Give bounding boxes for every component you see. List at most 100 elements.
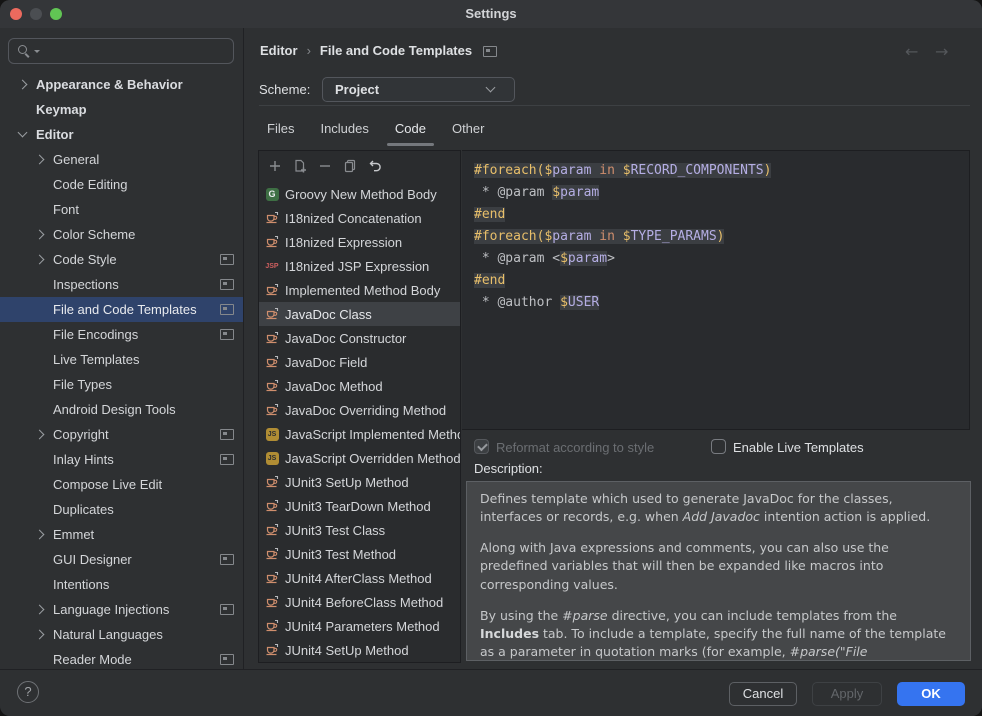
description-label: Description: <box>474 461 543 476</box>
create-child-template-button[interactable] <box>287 153 312 178</box>
sidebar-item-file-encodings[interactable]: File Encodings <box>0 322 243 347</box>
java-template-icon <box>265 595 279 609</box>
sidebar-item-general[interactable]: General <box>0 147 243 172</box>
sidebar-item-label: Color Scheme <box>53 227 243 242</box>
sidebar-item-emmet[interactable]: Emmet <box>0 522 243 547</box>
sidebar-item-label: Emmet <box>53 527 243 542</box>
sidebar-item-reader-mode[interactable]: Reader Mode <box>0 647 243 670</box>
java-template-icon <box>265 643 279 657</box>
template-item-i18nized-jsp-expression[interactable]: JSP I18nized JSP Expression <box>259 254 460 278</box>
template-item-junit4-afterclass-method[interactable]: JUnit4 AfterClass Method <box>259 566 460 590</box>
template-item-implemented-method-body[interactable]: Implemented Method Body <box>259 278 460 302</box>
enable-live-templates-checkbox[interactable] <box>711 439 726 454</box>
chevron-right-icon[interactable] <box>33 153 46 166</box>
sidebar-item-file-and-code-templates[interactable]: File and Code Templates <box>0 297 243 322</box>
remove-button[interactable] <box>312 153 337 178</box>
search-input[interactable] <box>40 43 233 60</box>
sidebar-item-intentions[interactable]: Intentions <box>0 572 243 597</box>
template-item-i18nized-concatenation[interactable]: I18nized Concatenation <box>259 206 460 230</box>
apply-button[interactable]: Apply <box>812 682 882 706</box>
template-item-javadoc-overriding-method[interactable]: JavaDoc Overriding Method <box>259 398 460 422</box>
chevron-right-icon[interactable] <box>33 253 46 266</box>
code-line: * @param <$param> <box>474 248 957 270</box>
template-item-junit4-parameters-method[interactable]: JUnit4 Parameters Method <box>259 614 460 638</box>
chevron-spacer <box>33 453 46 466</box>
template-item-javadoc-constructor[interactable]: JavaDoc Constructor <box>259 326 460 350</box>
description-box[interactable]: Defines template which used to generate … <box>466 481 971 661</box>
chevron-spacer <box>33 303 46 316</box>
titlebar[interactable]: Settings <box>0 0 982 28</box>
sidebar-item-appearance-behavior[interactable]: Appearance & Behavior <box>0 72 243 97</box>
reformat-checkbox-label: Reformat according to style <box>496 440 654 455</box>
breadcrumb-item-editor[interactable]: Editor <box>260 43 298 58</box>
sidebar-item-label: GUI Designer <box>53 552 220 567</box>
chevron-right-icon[interactable] <box>33 428 46 441</box>
settings-search-field[interactable] <box>8 38 234 64</box>
tab-other[interactable]: Other <box>439 115 498 145</box>
template-item-groovy-new-method-body[interactable]: GGroovy New Method Body <box>259 182 460 206</box>
template-item-label: I18nized JSP Expression <box>285 259 429 274</box>
window-title: Settings <box>0 0 982 28</box>
chevron-right-icon[interactable] <box>33 228 46 241</box>
jsp-file-icon: JSP <box>265 259 279 273</box>
sidebar-item-code-style[interactable]: Code Style <box>0 247 243 272</box>
description-paragraph: Along with Java expressions and comments… <box>480 539 957 593</box>
copy-button[interactable] <box>337 153 362 178</box>
reformat-checkbox[interactable] <box>474 439 489 454</box>
add-button[interactable] <box>262 153 287 178</box>
sidebar-item-duplicates[interactable]: Duplicates <box>0 497 243 522</box>
template-item-junit3-teardown-method[interactable]: JUnit3 TearDown Method <box>259 494 460 518</box>
sidebar-item-natural-languages[interactable]: Natural Languages <box>0 622 243 647</box>
ok-button[interactable]: OK <box>897 682 965 706</box>
template-item-junit4-setup-method[interactable]: JUnit4 SetUp Method <box>259 638 460 662</box>
tab-code[interactable]: Code <box>382 115 439 145</box>
sidebar-item-label: Live Templates <box>53 352 243 367</box>
template-item-junit3-test-method[interactable]: JUnit3 Test Method <box>259 542 460 566</box>
chevron-right-icon[interactable] <box>33 603 46 616</box>
sidebar-item-compose-live-edit[interactable]: Compose Live Edit <box>0 472 243 497</box>
sidebar-item-inspections[interactable]: Inspections <box>0 272 243 297</box>
chevron-right-icon[interactable] <box>16 78 29 91</box>
sidebar-item-android-design-tools[interactable]: Android Design Tools <box>0 397 243 422</box>
sidebar-item-inlay-hints[interactable]: Inlay Hints <box>0 447 243 472</box>
sidebar-item-label: Inlay Hints <box>53 452 220 467</box>
tab-includes[interactable]: Includes <box>307 115 381 145</box>
code-line: * @param $param <box>474 182 957 204</box>
help-button[interactable]: ? <box>17 681 39 703</box>
template-item-i18nized-expression[interactable]: I18nized Expression <box>259 230 460 254</box>
template-item-junit3-test-class[interactable]: JUnit3 Test Class <box>259 518 460 542</box>
sidebar-item-live-templates[interactable]: Live Templates <box>0 347 243 372</box>
sidebar-item-copyright[interactable]: Copyright <box>0 422 243 447</box>
back-icon[interactable]: ← <box>905 42 918 61</box>
sidebar-item-gui-designer[interactable]: GUI Designer <box>0 547 243 572</box>
template-item-javadoc-method[interactable]: JavaDoc Method <box>259 374 460 398</box>
reset-to-default-button[interactable] <box>362 153 387 178</box>
sidebar-item-keymap[interactable]: Keymap <box>0 97 243 122</box>
sidebar-item-editor[interactable]: Editor <box>0 122 243 147</box>
sidebar-item-label: File and Code Templates <box>53 302 220 317</box>
chevron-right-icon[interactable] <box>33 528 46 541</box>
chevron-right-icon[interactable] <box>33 628 46 641</box>
forward-icon[interactable]: → <box>935 42 948 61</box>
sidebar-item-label: Android Design Tools <box>53 402 243 417</box>
cancel-button[interactable]: Cancel <box>729 682 797 706</box>
chevron-down-icon[interactable] <box>16 128 29 141</box>
options-row: Reformat according to style Enable Live … <box>244 437 982 459</box>
sidebar-item-color-scheme[interactable]: Color Scheme <box>0 222 243 247</box>
tab-files[interactable]: Files <box>254 115 307 145</box>
sidebar-item-language-injections[interactable]: Language Injections <box>0 597 243 622</box>
per-project-settings-icon <box>220 454 234 465</box>
template-item-junit4-beforeclass-method[interactable]: JUnit4 BeforeClass Method <box>259 590 460 614</box>
sidebar-item-code-editing[interactable]: Code Editing <box>0 172 243 197</box>
scheme-select[interactable]: Project <box>322 77 515 102</box>
template-item-junit3-setup-method[interactable]: JUnit3 SetUp Method <box>259 470 460 494</box>
template-item-javadoc-class[interactable]: JavaDoc Class <box>259 302 460 326</box>
per-project-settings-icon <box>220 304 234 315</box>
sidebar-item-file-types[interactable]: File Types <box>0 372 243 397</box>
template-editor[interactable]: #foreach($param in $RECORD_COMPONENTS) *… <box>462 150 970 430</box>
chevron-down-icon <box>484 83 497 96</box>
sidebar-item-font[interactable]: Font <box>0 197 243 222</box>
java-template-icon <box>265 499 279 513</box>
template-item-javadoc-field[interactable]: JavaDoc Field <box>259 350 460 374</box>
template-item-label: JUnit4 AfterClass Method <box>285 571 432 586</box>
